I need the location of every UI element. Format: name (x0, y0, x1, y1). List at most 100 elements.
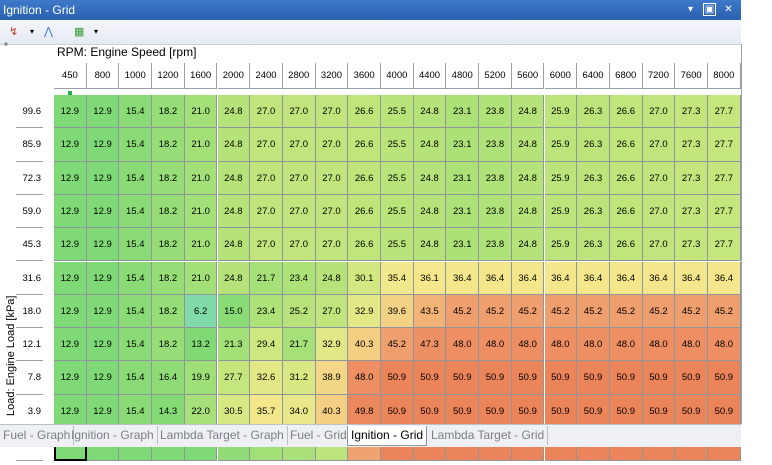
grid-cell[interactable]: 22.0 (184, 394, 218, 428)
grid-cell[interactable]: 27.0 (642, 228, 676, 262)
grid-cell[interactable]: 48.0 (479, 328, 512, 362)
restore-window-icon[interactable]: ▣ (703, 3, 716, 16)
grid-cell[interactable]: 27.0 (315, 161, 349, 195)
grid-cell[interactable]: 43.5 (413, 294, 447, 329)
grid-cell[interactable]: 27.7 (708, 161, 741, 195)
grid-cell[interactable]: 35.7 (250, 394, 283, 428)
grid-cell[interactable]: 24.8 (413, 228, 447, 262)
grid-cell[interactable]: 36.4 (675, 261, 708, 295)
grid-cell[interactable]: 15.4 (119, 261, 153, 295)
grid-cell[interactable]: 50.9 (577, 361, 610, 395)
grid-cell[interactable]: 27.0 (642, 128, 676, 162)
grid-cell[interactable]: 50.9 (609, 394, 643, 428)
grid-cell[interactable]: 23.1 (446, 228, 480, 262)
grid-cell[interactable]: 50.9 (675, 361, 708, 395)
grid-cell[interactable]: 15.0 (217, 294, 251, 329)
grid-cell[interactable]: 27.0 (315, 294, 349, 329)
grid-cell[interactable]: 23.1 (446, 194, 480, 229)
grid-cell[interactable]: 23.8 (479, 95, 512, 129)
grid-cell[interactable]: 45.2 (642, 294, 676, 329)
grid-cell[interactable]: 50.9 (446, 361, 480, 395)
grid-cell[interactable]: 18.2 (152, 194, 185, 229)
grid-cell[interactable]: 50.9 (708, 394, 741, 428)
tab-fuel-graph[interactable]: Fuel - Graph (0, 426, 75, 445)
grid-cell[interactable]: 26.6 (348, 194, 381, 229)
grid-cell[interactable]: 48.0 (675, 328, 708, 362)
grid-cell[interactable]: 50.9 (675, 394, 708, 428)
grid-cell[interactable]: 45.2 (544, 294, 578, 329)
grid-cell[interactable]: 27.7 (217, 361, 251, 395)
grid-cell[interactable]: 15.4 (119, 294, 153, 329)
grid-cell[interactable]: 12.9 (86, 294, 120, 329)
grid-cell[interactable]: 25.9 (544, 228, 578, 262)
load-header[interactable]: 31.6 (16, 262, 43, 295)
grid-cell[interactable]: 12.9 (86, 394, 120, 428)
grid-cell[interactable]: 15.4 (119, 128, 153, 162)
grid-cell[interactable]: 26.6 (609, 95, 643, 129)
grid-cell[interactable]: 26.6 (348, 128, 381, 162)
grid-cell[interactable]: 18.2 (152, 328, 185, 362)
grid-cell[interactable]: 50.9 (381, 361, 414, 395)
grid-cell[interactable]: 23.1 (446, 161, 480, 195)
grid-cell[interactable]: 32.9 (315, 328, 349, 362)
grid-cell[interactable]: 30.1 (348, 261, 381, 295)
grid-cell[interactable]: 6.2 (184, 294, 218, 329)
load-header[interactable]: 18.0 (16, 295, 43, 329)
grid-cell[interactable]: 23.8 (479, 228, 512, 262)
grid-cell[interactable]: 26.3 (577, 95, 610, 129)
tab-ignition-graph[interactable]: Ignition - Graph (68, 426, 158, 445)
grid-cell[interactable]: 26.3 (577, 228, 610, 262)
rpm-header[interactable]: 7200 (642, 63, 676, 89)
grid-cell[interactable]: 12.9 (54, 394, 87, 428)
grid-cell[interactable]: 50.9 (544, 394, 578, 428)
rpm-header[interactable]: 3600 (348, 63, 381, 89)
load-header[interactable]: 85.9 (16, 128, 43, 162)
rpm-header[interactable]: 6800 (609, 63, 643, 89)
grid-cell[interactable]: 23.4 (250, 294, 283, 329)
grid-cell[interactable]: 31.2 (282, 361, 316, 395)
grid-cell[interactable]: 18.2 (152, 228, 185, 262)
rpm-header[interactable]: 1600 (184, 63, 218, 89)
grid-cell[interactable]: 23.8 (479, 194, 512, 229)
grid-cell[interactable]: 24.8 (511, 128, 545, 162)
grid-cell[interactable]: 12.9 (54, 361, 87, 395)
grid-cell[interactable]: 26.3 (577, 161, 610, 195)
grid-cell[interactable]: 24.8 (217, 261, 251, 295)
grid-cell[interactable]: 24.8 (511, 95, 545, 129)
grid-cell[interactable]: 34.0 (282, 394, 316, 428)
grid-cell[interactable]: 26.6 (609, 161, 643, 195)
grid-cell[interactable]: 12.9 (54, 161, 87, 195)
grid-cell[interactable]: 27.0 (315, 228, 349, 262)
grid-cell[interactable]: 38.9 (315, 361, 349, 395)
grid-cell[interactable]: 25.9 (544, 128, 578, 162)
grid-cell[interactable]: 48.0 (544, 328, 578, 362)
grid-cell[interactable]: 21.0 (184, 228, 218, 262)
grid-cell[interactable]: 12.9 (54, 328, 87, 362)
grid-cell[interactable]: 45.2 (381, 328, 414, 362)
grid-cell[interactable]: 48.0 (708, 328, 741, 362)
grid-cell[interactable]: 48.0 (609, 328, 643, 362)
grid-cell[interactable]: 40.3 (315, 394, 349, 428)
grid-cell[interactable]: 49.8 (348, 394, 381, 428)
tab-lambda-target-graph[interactable]: Lambda Target - Graph (157, 426, 288, 445)
grid-cell[interactable]: 27.0 (315, 95, 349, 129)
load-header[interactable]: 45.3 (16, 228, 43, 262)
grid-cell[interactable]: 23.1 (446, 128, 480, 162)
grid-cell[interactable]: 19.9 (184, 361, 218, 395)
grid-cell[interactable]: 27.7 (708, 128, 741, 162)
grid-cell[interactable]: 24.8 (511, 194, 545, 229)
grid-cell[interactable]: 27.3 (675, 228, 708, 262)
grid-cell[interactable]: 12.9 (54, 128, 87, 162)
grid-cell[interactable]: 50.9 (511, 361, 545, 395)
grid-cell[interactable]: 50.9 (511, 394, 545, 428)
grid-cell[interactable]: 27.0 (250, 161, 283, 195)
grid-cell[interactable]: 18.2 (152, 161, 185, 195)
grid-cell[interactable]: 50.9 (381, 394, 414, 428)
grid-cell[interactable]: 21.0 (184, 161, 218, 195)
grid-cell[interactable]: 25.5 (381, 128, 414, 162)
grid-cell[interactable]: 50.9 (446, 394, 480, 428)
grid-cell[interactable]: 36.4 (446, 261, 480, 295)
grid-cell[interactable]: 48.0 (511, 328, 545, 362)
grid-cell[interactable]: 27.0 (250, 128, 283, 162)
grid-cell[interactable]: 45.2 (675, 294, 708, 329)
